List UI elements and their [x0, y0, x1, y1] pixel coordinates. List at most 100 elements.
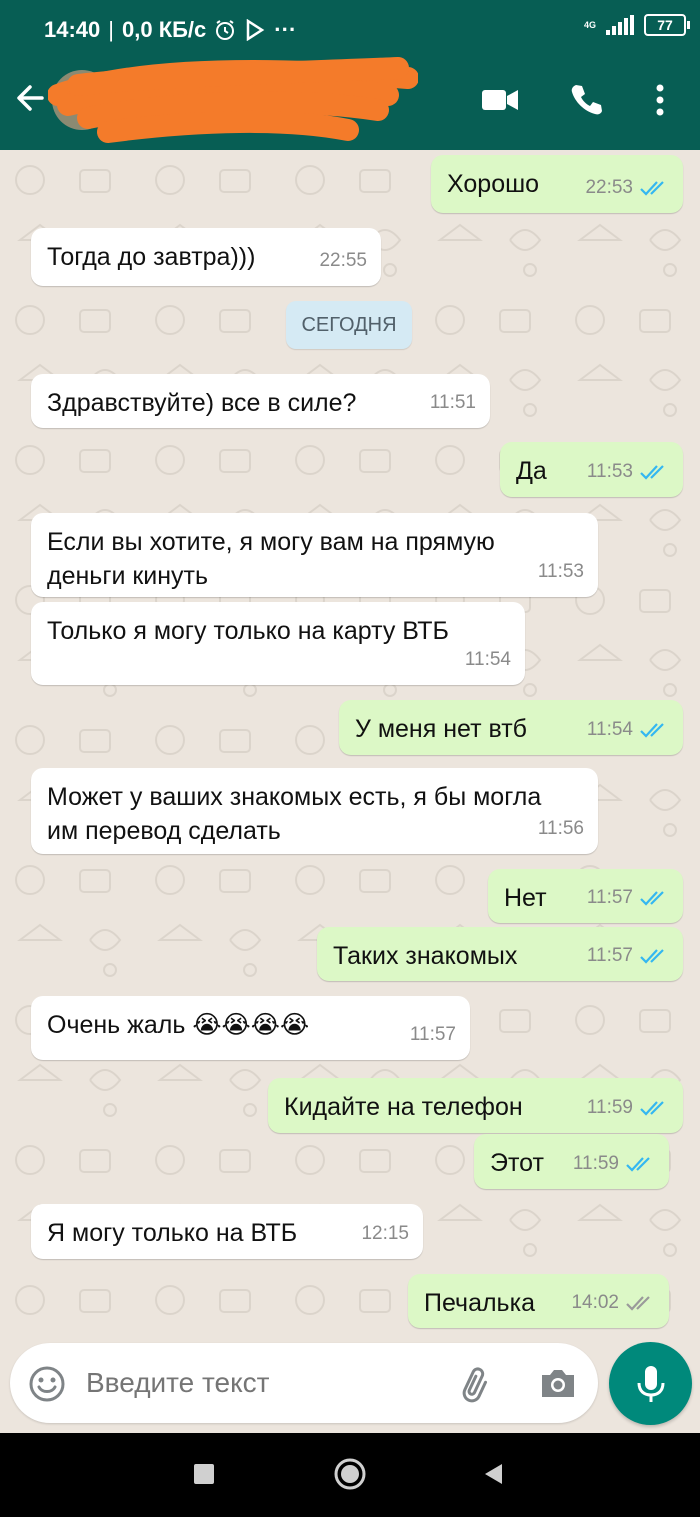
arrow-back-icon[interactable] [12, 78, 48, 118]
chat-header: в сети [0, 50, 700, 150]
double-check-icon [640, 465, 664, 480]
message-text: Тогда до завтра))) [47, 243, 256, 271]
message-bubble-outgoing[interactable]: Печалька 14:02 [408, 1274, 669, 1328]
home-icon[interactable] [333, 1457, 367, 1491]
message-text: Если вы хотите, я могу вам на прямую ден… [47, 528, 495, 590]
message-text: Нет [504, 884, 547, 912]
message-text: Только я могу только на карту ВТБ [47, 617, 449, 645]
message-bubble-incoming[interactable]: Здравствуйте) все в силе? 11:51 [31, 374, 490, 428]
clock: 14:40 [44, 17, 101, 42]
camera-icon[interactable] [538, 1365, 578, 1401]
date-separator: СЕГОДНЯ [286, 301, 412, 349]
message-meta: 22:55 [319, 244, 367, 278]
message-meta: 11:59 [587, 1091, 669, 1125]
emoji-icon[interactable] [28, 1365, 66, 1403]
contact-name[interactable] [120, 72, 410, 106]
message-meta: 11:54 [465, 643, 511, 677]
message-meta: 11:53 [538, 555, 584, 589]
message-bubble-outgoing[interactable]: Да 11:53 [500, 442, 683, 497]
message-time: 11:56 [537, 818, 584, 839]
message-text: Я могу только на ВТБ [47, 1219, 298, 1247]
message-meta: 14:02 [571, 1286, 655, 1320]
paperclip-icon[interactable] [458, 1365, 498, 1405]
signal-icon [606, 15, 634, 35]
back-nav-icon[interactable] [482, 1462, 504, 1486]
status-bar: 14:40 | 0,0 КБ/с ··· 4G 77 [0, 0, 700, 50]
message-bubble-outgoing[interactable]: Кидайте на телефон 11:59 [268, 1078, 683, 1133]
double-check-icon [640, 723, 664, 738]
message-bubble-outgoing[interactable]: Хорошо 22:53 [431, 155, 683, 213]
network-speed: 0,0 КБ/с [122, 17, 207, 42]
message-bubble-outgoing[interactable]: Таких знакомых 11:57 [317, 927, 683, 981]
more-notifications-icon: ··· [274, 17, 297, 42]
separator: | [108, 17, 114, 42]
avatar[interactable] [52, 70, 112, 130]
message-meta: 11:54 [587, 713, 669, 747]
message-meta: 22:53 [585, 171, 669, 205]
message-text: Этот [490, 1149, 544, 1177]
message-meta: 11:57 [587, 939, 669, 973]
message-meta: 11:59 [573, 1147, 655, 1181]
mic-button[interactable] [609, 1342, 692, 1425]
message-time: 11:53 [537, 561, 584, 582]
message-time: 11:59 [572, 1153, 619, 1174]
double-check-icon [640, 949, 664, 964]
message-time: 12:15 [361, 1223, 409, 1244]
message-text: Очень жаль 😭😭😭😭 [47, 1011, 310, 1039]
message-meta: 11:57 [410, 1018, 456, 1052]
message-text: Кидайте на телефон [284, 1093, 523, 1121]
video-call-icon[interactable] [480, 82, 520, 118]
message-text: У меня нет втб [355, 715, 527, 743]
message-bubble-incoming[interactable]: Если вы хотите, я могу вам на прямую ден… [31, 513, 598, 597]
message-text: Может у ваших знакомых есть, я бы могла … [47, 783, 542, 845]
message-time: 11:53 [586, 461, 633, 482]
double-check-icon [640, 1101, 664, 1116]
double-check-icon [640, 891, 664, 906]
phone-icon[interactable] [568, 82, 604, 118]
message-meta: 11:56 [538, 812, 584, 846]
message-time: 11:59 [586, 1097, 633, 1118]
message-meta: 11:51 [430, 386, 476, 420]
double-check-icon [626, 1157, 650, 1172]
message-input[interactable] [86, 1367, 386, 1399]
message-meta: 12:15 [361, 1217, 409, 1251]
message-time: 11:57 [586, 945, 633, 966]
battery-level: 77 [657, 17, 673, 33]
recents-icon[interactable] [193, 1463, 215, 1485]
message-bubble-incoming[interactable]: Тогда до завтра))) 22:55 [31, 228, 381, 286]
network-type: 4G [583, 19, 596, 30]
message-composer [10, 1343, 598, 1423]
message-time: 11:57 [586, 887, 633, 908]
message-bubble-incoming[interactable]: Только я могу только на карту ВТБ 11:54 [31, 602, 525, 685]
contact-status: в сети [124, 108, 187, 133]
message-time: 22:55 [319, 250, 367, 271]
message-bubble-outgoing[interactable]: У меня нет втб 11:54 [339, 700, 683, 755]
play-store-icon [247, 19, 265, 41]
message-text: Таких знакомых [333, 942, 518, 970]
message-bubble-incoming[interactable]: Очень жаль 😭😭😭😭 11:57 [31, 996, 470, 1060]
message-text: Хорошо [447, 170, 540, 198]
message-bubble-incoming[interactable]: Я могу только на ВТБ 12:15 [31, 1204, 423, 1259]
mic-icon [637, 1365, 664, 1402]
message-bubble-outgoing[interactable]: Нет 11:57 [488, 869, 683, 923]
alarm-icon [216, 20, 235, 40]
message-meta: 11:57 [587, 881, 669, 915]
status-left: 14:40 | 0,0 КБ/с ··· [44, 17, 296, 43]
message-text: Здравствуйте) все в силе? [47, 389, 357, 417]
chat-area[interactable]: Хорошо 22:53 Тогда до завтра))) 22:55 СЕ… [0, 150, 700, 1343]
battery-icon: 77 [644, 14, 690, 36]
message-text: Печалька [424, 1289, 535, 1317]
message-time: 14:02 [571, 1292, 619, 1313]
message-meta: 11:53 [587, 455, 669, 489]
message-bubble-outgoing[interactable]: Этот 11:59 [474, 1134, 669, 1189]
system-nav-bar [0, 1433, 700, 1517]
message-bubble-incoming[interactable]: Может у ваших знакомых есть, я бы могла … [31, 768, 598, 854]
more-vert-icon[interactable] [650, 82, 670, 118]
status-right: 4G 77 [583, 14, 690, 36]
message-text: Да [516, 457, 547, 485]
message-time: 22:53 [585, 177, 633, 198]
message-time: 11:51 [429, 392, 476, 413]
message-time: 11:57 [409, 1024, 456, 1045]
message-time: 11:54 [464, 649, 511, 670]
double-check-icon [626, 1296, 650, 1311]
